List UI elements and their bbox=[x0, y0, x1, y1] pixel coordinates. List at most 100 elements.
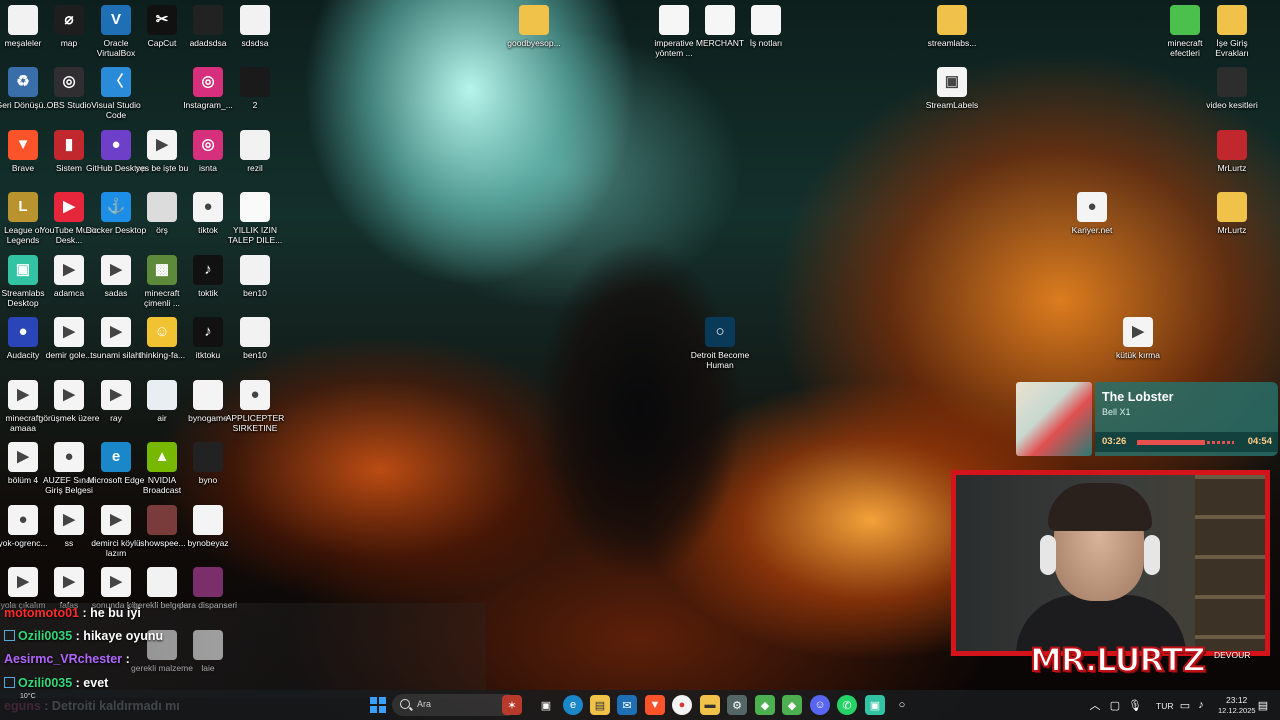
tray-app-icon[interactable]: ▢ bbox=[1108, 695, 1122, 715]
app-icon: ▶ bbox=[101, 255, 131, 285]
app-icon: ▶ bbox=[54, 380, 84, 410]
game-label: DEVOUR bbox=[1214, 650, 1251, 660]
app-icon: ▶ bbox=[101, 567, 131, 597]
desktop-icon[interactable]: rezil bbox=[224, 130, 286, 173]
weather-widget[interactable]: 10°C bbox=[20, 693, 36, 700]
app-icon: V bbox=[101, 5, 131, 35]
headset-left bbox=[1040, 535, 1056, 575]
app-icon: ▶ bbox=[54, 255, 84, 285]
network-icon[interactable]: ▭ bbox=[1178, 695, 1192, 715]
taskbar-chili-icon[interactable]: ✶ bbox=[502, 695, 522, 715]
desktop-icon-label: Detroit Become Human bbox=[690, 350, 750, 370]
bookshelf bbox=[1195, 475, 1265, 651]
desktop-icon-label: video kesitleri bbox=[1206, 100, 1258, 110]
settings-icon[interactable]: ⚙ bbox=[727, 695, 747, 715]
app-icon bbox=[147, 192, 177, 222]
desktop-icon[interactable]: video kesitleri bbox=[1201, 67, 1263, 110]
store-icon[interactable]: ▤ bbox=[590, 695, 610, 715]
desktop-icon[interactable]: sdsdsa bbox=[224, 5, 286, 48]
now-playing-panel: The Lobster Bell X1 03:26 04:54 bbox=[1095, 382, 1278, 456]
desktop-icon[interactable]: ● APPLICEPTER SIRKETINE bbox=[224, 380, 286, 433]
app-icon bbox=[1217, 5, 1247, 35]
desktop-icon-label: ben10 bbox=[243, 288, 267, 298]
desktop-icon[interactable]: MrLurtz bbox=[1201, 130, 1263, 173]
tray-chevron-up-icon[interactable]: ︿ bbox=[1088, 695, 1102, 715]
app-icon: ▣ bbox=[937, 67, 967, 97]
desktop-icon-label: kütük kırma bbox=[1116, 350, 1160, 360]
discord-icon[interactable]: ☺ bbox=[810, 695, 830, 715]
app-icon: ▶ bbox=[54, 317, 84, 347]
desktop-icon[interactable]: streamlabs... bbox=[921, 5, 983, 48]
app-icon: ♪ bbox=[193, 317, 223, 347]
desktop-icon[interactable]: byno bbox=[177, 442, 239, 485]
minecraft-icon[interactable]: ◆ bbox=[755, 695, 775, 715]
total-time: 04:54 bbox=[1247, 436, 1272, 447]
desktop-icon[interactable]: ● Kariyer.net bbox=[1061, 192, 1123, 235]
app-icon: ● bbox=[240, 380, 270, 410]
app-icon: ▶ bbox=[8, 380, 38, 410]
search-placeholder: Ara bbox=[417, 699, 432, 709]
detroit-taskbar-icon[interactable]: ○ bbox=[892, 695, 912, 715]
app-icon: ● bbox=[1077, 192, 1107, 222]
volume-icon[interactable]: ♪ bbox=[1194, 695, 1208, 715]
brave-icon[interactable]: ▼ bbox=[645, 695, 665, 715]
microphone-icon[interactable]: 🎙 bbox=[1128, 695, 1142, 715]
app-icon bbox=[937, 5, 967, 35]
app-icon bbox=[1170, 5, 1200, 35]
progress-track bbox=[1137, 440, 1234, 445]
app-icon bbox=[240, 255, 270, 285]
desktop-icon[interactable]: goodbyesop... bbox=[503, 5, 565, 48]
whatsapp-icon[interactable]: ✆ bbox=[837, 695, 857, 715]
minecraft-launcher-icon[interactable]: ◆ bbox=[782, 695, 802, 715]
app-icon: ◎ bbox=[54, 67, 84, 97]
search-box[interactable]: Ara bbox=[392, 694, 518, 716]
desktop-icon[interactable]: İşe Giriş Evrakları bbox=[1201, 5, 1263, 58]
desktop-icon[interactable]: ▶ kütük kırma bbox=[1107, 317, 1169, 360]
headset-right bbox=[1144, 535, 1160, 575]
app-icon bbox=[193, 5, 223, 35]
app-icon bbox=[240, 192, 270, 222]
desktop-icon[interactable]: ▣ StreamLabels bbox=[921, 67, 983, 110]
desktop-icon[interactable]: İş notları bbox=[735, 5, 797, 48]
app-icon bbox=[240, 130, 270, 160]
desktop-icon[interactable]: MrLurtz bbox=[1201, 192, 1263, 235]
chat-username: Aesirmc_VRchester bbox=[4, 652, 123, 666]
desktop-icon[interactable]: ben10 bbox=[224, 255, 286, 298]
chat-badge-icon bbox=[4, 677, 15, 688]
now-playing-widget: The Lobster Bell X1 03:26 04:54 bbox=[1016, 382, 1278, 456]
file-explorer-icon[interactable]: ▬ bbox=[700, 695, 720, 715]
mail-icon[interactable]: ✉ bbox=[617, 695, 637, 715]
desktop-icon-label: bynobeyaz bbox=[187, 538, 229, 548]
streamlabs-icon[interactable]: ▣ bbox=[865, 695, 885, 715]
desktop-icon[interactable]: ben10 bbox=[224, 317, 286, 360]
desktop-icon-label: goodbyesop... bbox=[507, 38, 561, 48]
current-time: 03:26 bbox=[1102, 436, 1127, 447]
clock-time[interactable]: 23:12 bbox=[1226, 695, 1247, 705]
desktop-icon[interactable]: bynobeyaz bbox=[177, 505, 239, 548]
app-icon bbox=[193, 380, 223, 410]
app-icon bbox=[8, 5, 38, 35]
app-icon bbox=[1217, 67, 1247, 97]
app-icon: ♪ bbox=[193, 255, 223, 285]
app-icon bbox=[240, 67, 270, 97]
app-icon: ● bbox=[8, 505, 38, 535]
desktop-icon[interactable]: YILLIK IZIN TALEP DILE... bbox=[224, 192, 286, 245]
desktop-icon[interactable]: 2 bbox=[224, 67, 286, 110]
task-view-icon[interactable]: ▣ bbox=[536, 695, 556, 715]
app-icon: ▶ bbox=[101, 317, 131, 347]
desktop-icon[interactable]: 〈 Visual Studio Code bbox=[85, 67, 147, 120]
start-button[interactable] bbox=[368, 695, 388, 715]
app-icon: ▶ bbox=[147, 130, 177, 160]
app-icon: ▶ bbox=[1123, 317, 1153, 347]
chrome-icon[interactable]: ● bbox=[672, 695, 692, 715]
chat-message: Ozili0035 : evet bbox=[4, 676, 108, 690]
app-icon: ○ bbox=[705, 317, 735, 347]
app-icon bbox=[705, 5, 735, 35]
notification-icon[interactable]: ▤ bbox=[1256, 695, 1270, 715]
clock-date[interactable]: 12.12.2025 bbox=[1218, 706, 1256, 715]
edge-icon[interactable]: e bbox=[563, 695, 583, 715]
progress-fill bbox=[1137, 440, 1205, 445]
app-icon: ✂ bbox=[147, 5, 177, 35]
language-indicator[interactable]: TUR bbox=[1156, 701, 1173, 711]
desktop-icon[interactable]: ○ Detroit Become Human bbox=[689, 317, 751, 370]
